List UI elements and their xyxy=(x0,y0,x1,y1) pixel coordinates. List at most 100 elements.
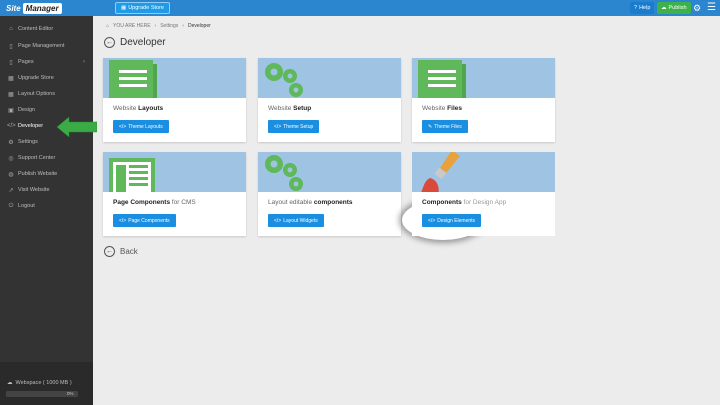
page-components-button[interactable]: </> Page Components xyxy=(113,214,176,227)
card-title: Layout editable components xyxy=(268,199,353,206)
globe-icon: ◍ xyxy=(8,171,14,178)
workspace-label: Webspace ( 1000 MB ) xyxy=(15,380,72,386)
page-title: Developer xyxy=(120,37,166,48)
sidebar-item-label: Logout xyxy=(18,203,35,209)
card-page-components: Page Components for CMS </> Page Compone… xyxy=(103,152,246,236)
theme-setup-button[interactable]: </> Theme Setup xyxy=(268,120,320,133)
question-icon: ? xyxy=(634,5,638,11)
pencil-icon: ✎ xyxy=(428,123,433,130)
sidebar-item-label: Design xyxy=(18,107,36,113)
code-icon: </> xyxy=(119,217,127,224)
sidebar-item-page-management[interactable]: ▯ Page Management xyxy=(0,39,93,53)
theme-layouts-button[interactable]: </> Theme Layouts xyxy=(113,120,169,133)
code-icon: </> xyxy=(274,123,282,130)
sidebar-item-label: Visit Website xyxy=(18,187,50,193)
help-label: Help xyxy=(639,5,651,11)
site-manager-logo[interactable]: Site Manager xyxy=(4,2,62,14)
breadcrumb-separator: › xyxy=(154,23,157,29)
grid-icon: ▦ xyxy=(8,75,14,82)
paintbrush-illustration xyxy=(412,152,555,192)
breadcrumb-settings[interactable]: Settings xyxy=(160,23,178,29)
home-icon: ⌂ xyxy=(9,26,13,32)
top-bar: Site Manager ▦ Upgrade Store ? Help ☁ Pu… xyxy=(0,0,720,16)
card-title: Website Layouts xyxy=(113,105,164,112)
workspace-info: ☁ Webspace ( 1000 MB ) xyxy=(7,380,72,386)
cloud-icon: ☁ xyxy=(7,380,13,386)
theme-files-button[interactable]: ✎ Theme Files xyxy=(422,120,468,133)
file-icon: ▯ xyxy=(9,59,13,66)
widgets-gears-illustration xyxy=(258,152,401,192)
card-title: Website Setup xyxy=(268,105,312,112)
code-icon: </> xyxy=(7,123,16,129)
external-link-icon: ↗ xyxy=(8,187,14,194)
back-link[interactable]: ← Back xyxy=(104,246,138,257)
sidebar-item-layout-options[interactable]: ▦ Layout Options xyxy=(0,87,93,101)
upgrade-store-label: Upgrade Store xyxy=(128,5,164,11)
design-elements-button[interactable]: </> Design Elements xyxy=(422,214,482,227)
card-design-elements: Components for Design App </> Design Ele… xyxy=(412,152,555,236)
sidebar-item-visit-website[interactable]: ↗ Visit Website xyxy=(0,183,93,197)
layouts-illustration xyxy=(103,58,246,98)
upgrade-store-button[interactable]: ▦ Upgrade Store xyxy=(115,2,170,14)
breadcrumb-current: Developer xyxy=(187,23,211,29)
help-button[interactable]: ? Help xyxy=(630,2,655,14)
logo-text-site: Site xyxy=(6,3,21,13)
code-icon: </> xyxy=(119,123,127,130)
sidebar-item-content-editor[interactable]: ⌂ Content Editor xyxy=(0,22,93,36)
sidebar-item-logout[interactable]: ⏻ Logout xyxy=(0,199,93,213)
home-icon[interactable]: ⌂ xyxy=(106,23,109,29)
layout-widgets-button[interactable]: </> Layout Widgets xyxy=(268,214,324,227)
sidebar-item-design[interactable]: ▣ Design xyxy=(0,103,93,117)
button-label: Theme Layouts xyxy=(128,123,163,130)
lifebuoy-icon: ◎ xyxy=(8,155,14,162)
sidebar-item-label: Developer xyxy=(18,123,44,129)
back-arrow-icon[interactable]: ← xyxy=(104,37,115,48)
gear-icon[interactable]: ⚙ xyxy=(693,3,701,13)
card-website-layouts: Website Layouts </> Theme Layouts xyxy=(103,58,246,142)
gear-icon: ⚙ xyxy=(8,139,14,146)
logo-text-manager: Manager xyxy=(22,2,62,14)
sidebar-item-label: Layout Options xyxy=(18,91,55,97)
sidebar-item-label: Settings xyxy=(18,139,38,145)
card-website-setup: Website Setup </> Theme Setup xyxy=(258,58,401,142)
button-label: Page Components xyxy=(128,217,170,224)
card-website-files: Website Files ✎ Theme Files xyxy=(412,58,555,142)
grid-icon: ▦ xyxy=(8,91,14,98)
sidebar-item-label: Publish Website xyxy=(18,171,58,177)
code-icon: </> xyxy=(274,217,282,224)
hamburger-menu-icon[interactable]: ☰ xyxy=(707,2,716,13)
sidebar-item-publish-website[interactable]: ◍ Publish Website xyxy=(0,167,93,181)
workspace-panel: ☁ Webspace ( 1000 MB ) xyxy=(0,362,93,405)
back-arrow-icon: ← xyxy=(104,246,115,257)
breadcrumb-you-are-here: YOU ARE HERE xyxy=(113,23,151,29)
page-title-row: ← Developer xyxy=(104,37,166,48)
sidebar-item-label: Upgrade Store xyxy=(18,75,54,81)
button-label: Layout Widgets xyxy=(283,217,318,224)
sidebar-item-settings[interactable]: ⚙ Settings xyxy=(0,135,93,149)
sidebar-item-upgrade-store[interactable]: ▦ Upgrade Store xyxy=(0,71,93,85)
card-title: Website Files xyxy=(422,105,462,112)
back-label: Back xyxy=(120,247,138,256)
file-icon: ▯ xyxy=(9,43,13,50)
card-layout-widgets: Layout editable components </> Layout Wi… xyxy=(258,152,401,236)
setup-gears-illustration xyxy=(258,58,401,98)
code-icon: </> xyxy=(428,217,436,224)
button-label: Design Elements xyxy=(437,217,476,224)
button-label: Theme Setup xyxy=(283,123,314,130)
sidebar-item-label: Page Management xyxy=(18,43,65,49)
card-title: Page Components for CMS xyxy=(113,199,196,206)
cloud-upload-icon: ☁ xyxy=(661,5,667,11)
image-icon: ▣ xyxy=(8,107,14,114)
chevron-left-icon: ‹ xyxy=(83,59,85,65)
publish-label: Publish xyxy=(668,5,687,11)
breadcrumb-separator: › xyxy=(182,23,184,29)
power-icon: ⏻ xyxy=(8,202,14,209)
grid-icon: ▦ xyxy=(121,5,127,11)
sidebar-item-support-center[interactable]: ◎ Support Center xyxy=(0,151,93,165)
publish-button[interactable]: ☁ Publish xyxy=(657,2,691,14)
sidebar-item-label: Pages xyxy=(18,59,34,65)
files-illustration xyxy=(412,58,555,98)
button-label: Theme Files xyxy=(434,123,462,130)
breadcrumb: ⌂ YOU ARE HERE › Settings › Developer xyxy=(106,23,211,29)
sidebar-item-pages[interactable]: ▯ Pages ‹ xyxy=(0,55,93,69)
